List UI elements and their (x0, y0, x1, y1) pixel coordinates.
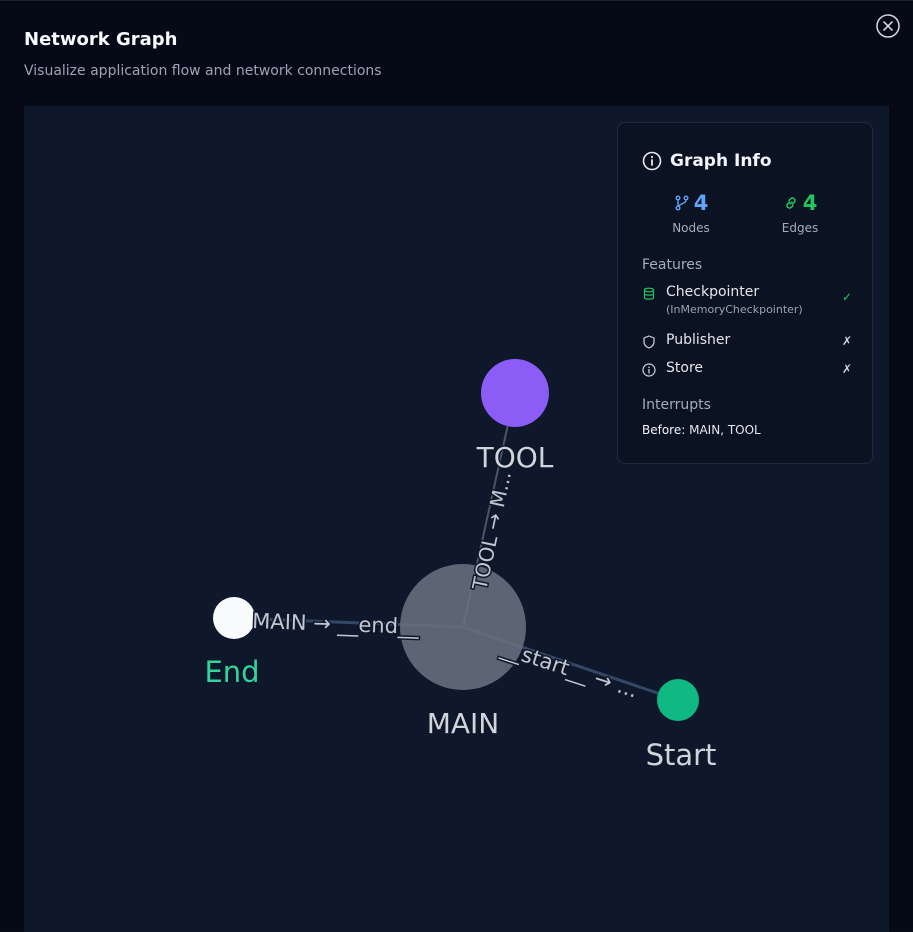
shield-icon (643, 335, 655, 349)
node-start[interactable] (657, 679, 699, 721)
checkpointer-status-check: ✓ (841, 290, 852, 304)
node-tool[interactable] (481, 359, 549, 427)
interrupts-value-row: Before: MAIN, TOOL (642, 423, 761, 437)
link-icon (785, 197, 796, 209)
nodes-count: 4 (693, 191, 709, 215)
graph-info-header: Graph Info (642, 151, 772, 171)
feature-checkpointer-detail: (InMemoryCheckpointer) (666, 303, 803, 316)
database-icon (643, 287, 655, 300)
graph-canvas[interactable]: TOOL → M... MAIN → __end__ __start__ → .… (24, 106, 889, 932)
feature-checkpointer-name: Checkpointer (666, 284, 760, 300)
info-icon (642, 151, 662, 171)
feature-publisher-name: Publisher (666, 332, 731, 348)
feature-publisher: Publisher ✗ (642, 332, 852, 349)
nodes-label: Nodes (672, 221, 710, 235)
features-label: Features (642, 257, 703, 273)
modal-subtitle: Visualize application flow and network c… (24, 63, 382, 79)
edge-label-start-main: __start__ → ... (497, 636, 641, 704)
interrupts-prefix: Before: (642, 423, 686, 437)
nodes-stat: 4 Nodes (641, 191, 741, 235)
node-label-end: End (204, 655, 259, 689)
node-label-tool: TOOL (476, 441, 554, 474)
edge-label-main-end: MAIN → __end__ (252, 609, 420, 640)
edge-label-main-tool: TOOL → M... (467, 469, 516, 593)
network-graph-modal: Network Graph Visualize application flow… (0, 0, 913, 932)
store-status-x: ✗ (841, 362, 852, 376)
node-end[interactable] (213, 597, 255, 639)
feature-checkpointer: Checkpointer (InMemoryCheckpointer) ✓ (642, 284, 852, 316)
modal-title: Network Graph (24, 29, 178, 50)
edges-count: 4 (802, 191, 818, 215)
info-icon (642, 363, 656, 377)
edges-label: Edges (781, 221, 819, 235)
interrupts-label: Interrupts (642, 397, 711, 413)
interrupts-value: MAIN, TOOL (689, 423, 761, 437)
graph-info-panel: Graph Info 4 Nodes 4 Edges Features Chec… (617, 122, 873, 464)
feature-store: Store ✗ (642, 360, 852, 377)
node-label-main: MAIN (427, 707, 500, 740)
git-branch-icon (675, 195, 689, 211)
edges-stat: 4 Edges (750, 191, 850, 235)
graph-info-title: Graph Info (670, 151, 772, 171)
close-icon[interactable] (876, 14, 900, 38)
node-label-start: Start (646, 738, 717, 772)
feature-store-name: Store (666, 360, 704, 376)
publisher-status-x: ✗ (841, 334, 852, 348)
